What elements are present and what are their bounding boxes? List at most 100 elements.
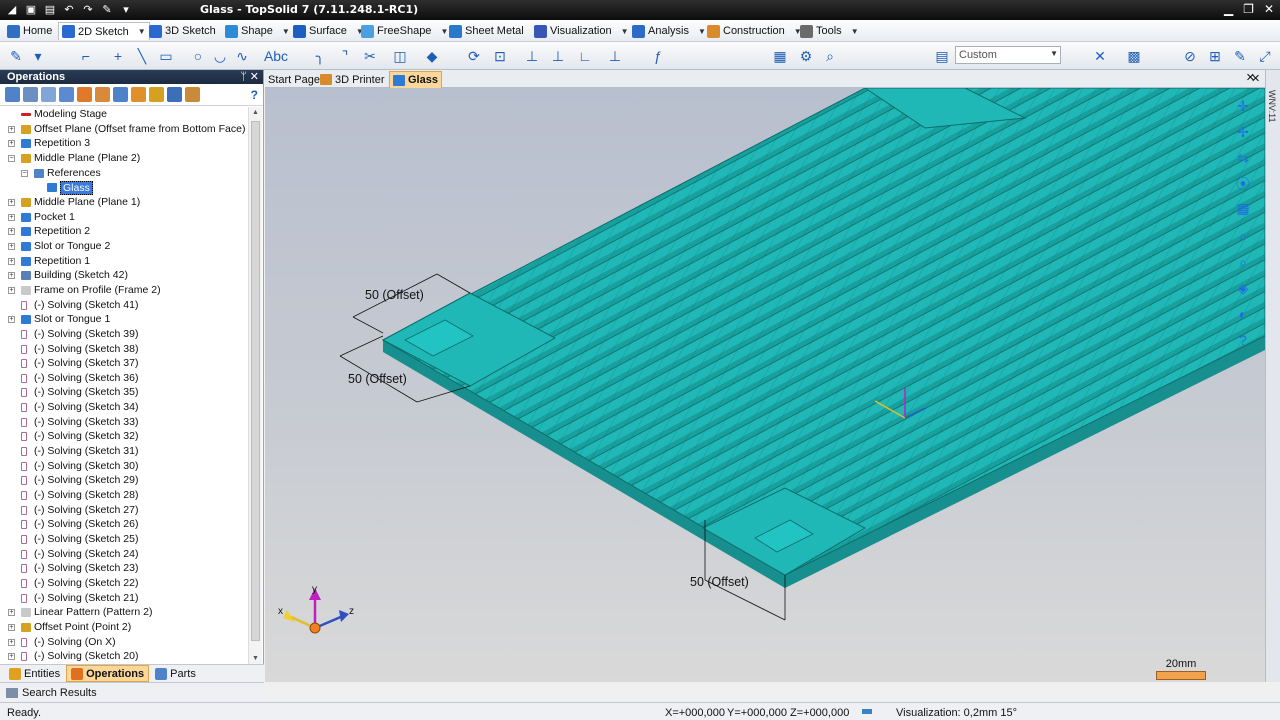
- scroll-thumb[interactable]: [251, 121, 260, 641]
- tree-item[interactable]: + Offset Plane (Offset frame from Bottom …: [0, 122, 248, 137]
- tree-scrollbar[interactable]: ▲ ▼: [248, 107, 262, 664]
- collapse-icon[interactable]: −: [8, 154, 15, 162]
- tab-analysis[interactable]: Analysis ▼: [629, 22, 709, 40]
- tree-item[interactable]: (-) Solving (Sketch 39): [0, 327, 248, 342]
- chevron-down-icon[interactable]: ▼: [621, 27, 629, 36]
- tree-item[interactable]: (-) Solving (Sketch 25): [0, 532, 248, 547]
- expand-icon[interactable]: +: [8, 272, 15, 280]
- expand-icon[interactable]: +: [8, 242, 15, 250]
- close-button[interactable]: ✕: [1264, 2, 1274, 16]
- tab-surface[interactable]: Surface ▼: [290, 22, 367, 40]
- tree-item[interactable]: Modeling Stage: [0, 107, 248, 122]
- move-icon[interactable]: ✛: [1233, 96, 1253, 116]
- tree-item[interactable]: Glass: [0, 180, 248, 196]
- project-icon[interactable]: ◆: [422, 46, 442, 66]
- tree-item[interactable]: − References: [0, 166, 248, 181]
- tree-item[interactable]: (-) Solving (Sketch 27): [0, 503, 248, 518]
- select-icon[interactable]: [5, 87, 20, 102]
- tree-item[interactable]: + Slot or Tongue 2: [0, 239, 248, 254]
- panel-tab-entities[interactable]: Entities: [5, 665, 64, 682]
- minimize-button[interactable]: ▁: [1224, 2, 1233, 16]
- filter-icon[interactable]: [149, 87, 164, 102]
- viewport-close-icon[interactable]: ✕: [1251, 72, 1260, 85]
- tree-item[interactable]: (-) Solving (Sketch 28): [0, 488, 248, 503]
- expand-icon[interactable]: +: [8, 316, 15, 324]
- gears-icon[interactable]: ⚙: [796, 46, 816, 66]
- tree-item[interactable]: (-) Solving (Sketch 37): [0, 356, 248, 371]
- maximize-button[interactable]: ❐: [1243, 2, 1254, 16]
- orbit-icon[interactable]: ⦿: [1233, 174, 1253, 194]
- expand-icon[interactable]: +: [8, 198, 15, 206]
- back-icon[interactable]: [23, 87, 38, 102]
- tree-item[interactable]: (-) Solving (Sketch 32): [0, 429, 248, 444]
- more-icon[interactable]: ▾: [118, 2, 134, 18]
- view-cube-icon[interactable]: ◈: [1233, 278, 1253, 298]
- dimension-label[interactable]: 50 (Offset): [690, 575, 749, 589]
- stage-icon[interactable]: [131, 87, 146, 102]
- expand-icon[interactable]: +: [8, 228, 15, 236]
- edit-dropdown-icon[interactable]: ▾: [28, 46, 48, 66]
- tree-icon[interactable]: [185, 87, 200, 102]
- arc-icon[interactable]: ◡: [210, 46, 230, 66]
- panel-close-icon[interactable]: ✕: [250, 70, 259, 84]
- profile-icon[interactable]: ⌐: [76, 46, 96, 66]
- tab-visualization[interactable]: Visualization ▼: [531, 22, 631, 40]
- tree-item[interactable]: (-) Solving (Sketch 38): [0, 342, 248, 357]
- tree-item[interactable]: (-) Solving (Sketch 35): [0, 385, 248, 400]
- undo-icon[interactable]: ↶: [61, 2, 77, 18]
- 3d-viewport[interactable]: 50 (Offset) 50 (Offset) 50 (Offset) y x …: [265, 88, 1265, 682]
- zoom-window-icon[interactable]: ⌕: [1233, 226, 1253, 246]
- hide-icon[interactable]: ▦: [770, 46, 790, 66]
- chevron-down-icon[interactable]: ▼: [138, 27, 146, 36]
- rotate-icon[interactable]: ⟳: [464, 46, 484, 66]
- measure-icon[interactable]: ⊡: [490, 46, 510, 66]
- tree-item[interactable]: (-) Solving (Sketch 24): [0, 547, 248, 562]
- spline-icon[interactable]: ∿: [232, 46, 252, 66]
- section-icon[interactable]: ▦: [1233, 198, 1253, 218]
- trim-icon[interactable]: ✂: [360, 46, 380, 66]
- tree-item[interactable]: (-) Solving (Sketch 31): [0, 444, 248, 459]
- rotate-view-icon[interactable]: ✢: [1233, 122, 1253, 142]
- line-style-icon[interactable]: ✕: [1090, 46, 1110, 66]
- redo-icon[interactable]: ↷: [80, 2, 96, 18]
- render-icon[interactable]: ◐: [1233, 304, 1253, 324]
- style-icon[interactable]: ▤: [932, 46, 952, 66]
- tree-item[interactable]: (-) Solving (Sketch 30): [0, 459, 248, 474]
- tree-item[interactable]: (-) Solving (Sketch 21): [0, 591, 248, 606]
- pattern-icon[interactable]: ▩: [1124, 46, 1144, 66]
- tree-item[interactable]: + Building (Sketch 42): [0, 268, 248, 283]
- chamfer-icon[interactable]: ⌝: [335, 46, 355, 66]
- expand-icon[interactable]: +: [8, 623, 15, 631]
- search-results-bar[interactable]: Search Results: [0, 682, 264, 702]
- expand-icon[interactable]: +: [8, 638, 15, 646]
- tab-construction[interactable]: Construction ▼: [704, 22, 805, 40]
- offset-icon[interactable]: ◫: [390, 46, 410, 66]
- help-icon[interactable]: ?: [251, 88, 258, 102]
- tree-item[interactable]: + Linear Pattern (Pattern 2): [0, 605, 248, 620]
- help-view-icon[interactable]: ?: [1233, 330, 1253, 350]
- tree-item[interactable]: + Repetition 2: [0, 224, 248, 239]
- tree-item[interactable]: (-) Solving (Sketch 22): [0, 576, 248, 591]
- save-all-icon[interactable]: ▤: [42, 2, 58, 18]
- app-logo-icon[interactable]: ◢: [4, 2, 20, 18]
- tab-freeshape[interactable]: FreeShape ▼: [358, 22, 451, 40]
- zoom-icon[interactable]: ⌕: [820, 46, 840, 66]
- expand-all-icon[interactable]: [59, 87, 74, 102]
- tree-item[interactable]: + Offset Point (Point 2): [0, 620, 248, 635]
- tree-item[interactable]: + Slot or Tongue 1: [0, 312, 248, 327]
- tree-item[interactable]: (-) Solving (Sketch 36): [0, 371, 248, 386]
- angle-icon[interactable]: ∟: [575, 46, 595, 66]
- expand-icon[interactable]: +: [8, 140, 15, 148]
- scroll-down-icon[interactable]: ▼: [252, 655, 259, 662]
- grid-icon[interactable]: ⊞: [1205, 46, 1225, 66]
- tree-item[interactable]: + Pocket 1: [0, 210, 248, 225]
- style-combo[interactable]: Custom ▼: [955, 46, 1061, 64]
- expand-icon[interactable]: +: [8, 125, 15, 133]
- formula-icon[interactable]: ƒ: [648, 46, 668, 66]
- color-icon[interactable]: ✎: [1230, 46, 1250, 66]
- insert-icon[interactable]: [77, 87, 92, 102]
- doc-tab-3d-printer[interactable]: 3D Printer: [317, 71, 388, 88]
- fillet-icon[interactable]: ╮: [310, 46, 330, 66]
- tab-shape[interactable]: Shape ▼: [222, 22, 293, 40]
- point-icon[interactable]: +: [108, 46, 128, 66]
